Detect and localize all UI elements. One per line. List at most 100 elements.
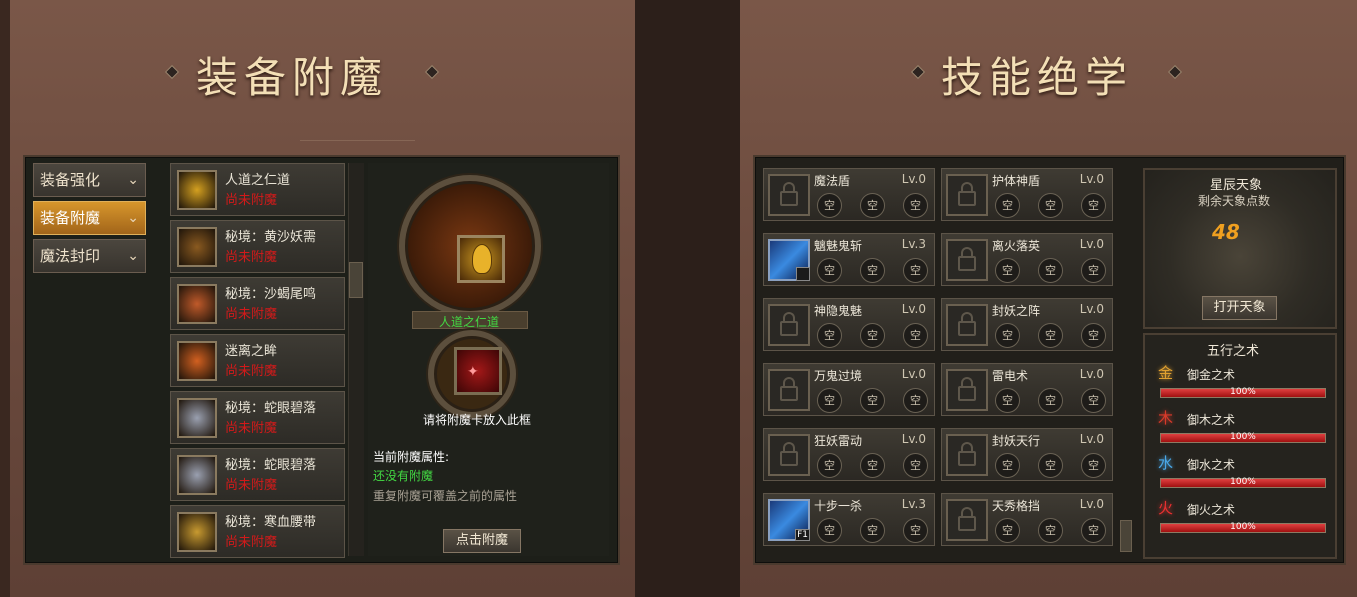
- enchant-card-slot[interactable]: ✦: [454, 347, 502, 395]
- title-underline: [300, 140, 415, 154]
- empty-rune-slot[interactable]: 空: [1081, 518, 1106, 543]
- tab-label: 魔法封印: [40, 247, 101, 265]
- list-item[interactable]: 秘境：蛇眼碧落 尚未附魔: [170, 448, 345, 501]
- skill-slot[interactable]: F1 十步一杀 Lv.3 空空空: [763, 493, 935, 546]
- item-status: 尚未附魔: [225, 535, 278, 550]
- skill-name: 神隐鬼魅: [814, 304, 863, 318]
- lock-shackle: [961, 312, 973, 323]
- attr-value: 还没有附魔: [373, 469, 434, 483]
- empty-rune-slot[interactable]: 空: [860, 453, 885, 478]
- lock-shape: [958, 256, 976, 271]
- empty-rune-slot[interactable]: 空: [860, 388, 885, 413]
- enchant-button[interactable]: 点击附魔: [443, 529, 521, 553]
- item-name: 秘境：蛇眼碧落: [225, 401, 317, 416]
- empty-rune-slot[interactable]: 空: [1038, 453, 1063, 478]
- left-edge: [0, 0, 10, 597]
- skill-name: 护体神盾: [992, 174, 1041, 188]
- item-scrollbar[interactable]: [348, 163, 364, 556]
- empty-rune-slot[interactable]: 空: [1038, 193, 1063, 218]
- skill-slot[interactable]: 护体神盾 Lv.0 空空空: [941, 168, 1113, 221]
- skill-slot[interactable]: 魑魅鬼斩 Lv.3 空空空: [763, 233, 935, 286]
- empty-rune-slot[interactable]: 空: [995, 388, 1020, 413]
- empty-rune-slot[interactable]: 空: [903, 323, 928, 348]
- skill-level: Lv.0: [1079, 172, 1104, 186]
- empty-rune-slot[interactable]: 空: [995, 193, 1020, 218]
- empty-rune-slot[interactable]: 空: [995, 453, 1020, 478]
- progress-label: 100%: [1230, 387, 1256, 397]
- skill-level: Lv.0: [901, 172, 926, 186]
- skill-slot[interactable]: 魔法盾 Lv.0 空空空: [763, 168, 935, 221]
- skill-slot[interactable]: 神隐鬼魅 Lv.0 空空空: [763, 298, 935, 351]
- list-item[interactable]: 迷离之眸 尚未附魔: [170, 334, 345, 387]
- skill-icon[interactable]: F1: [768, 499, 810, 541]
- empty-rune-slot[interactable]: 空: [817, 388, 842, 413]
- tab-3[interactable]: 魔法封印 ⌄: [33, 239, 146, 273]
- lock-shackle: [783, 377, 795, 388]
- item-status: 尚未附魔: [225, 307, 278, 322]
- list-item[interactable]: 秘境：沙蝎尾鸣 尚未附魔: [170, 277, 345, 330]
- element-progress: 100%: [1160, 432, 1326, 443]
- tab-1[interactable]: 装备强化 ⌄: [33, 163, 146, 197]
- lock-shackle: [961, 507, 973, 518]
- open-star-button[interactable]: 打开天象: [1202, 296, 1277, 320]
- empty-rune-slot[interactable]: 空: [1081, 193, 1106, 218]
- item-status: 尚未附魔: [225, 193, 278, 208]
- skill-slot[interactable]: 封妖天行 Lv.0 空空空: [941, 428, 1113, 481]
- tab-2[interactable]: 装备附魔 ⌄: [33, 201, 146, 235]
- empty-rune-slot[interactable]: 空: [995, 258, 1020, 283]
- equip-slot[interactable]: [457, 235, 505, 283]
- empty-rune-slot[interactable]: 空: [903, 258, 928, 283]
- element-progress: 100%: [1160, 387, 1326, 398]
- empty-rune-slot[interactable]: 空: [995, 518, 1020, 543]
- empty-rune-slot[interactable]: 空: [1038, 388, 1063, 413]
- empty-rune-slot[interactable]: 空: [1038, 518, 1063, 543]
- list-item[interactable]: 秘境：寒血腰带 尚未附魔: [170, 505, 345, 558]
- empty-rune-slot[interactable]: 空: [860, 323, 885, 348]
- skill-level: Lv.0: [1079, 432, 1104, 446]
- item-name: 秘境：蛇眼碧落: [225, 458, 317, 473]
- empty-rune-slot[interactable]: 空: [1081, 258, 1106, 283]
- empty-rune-slot[interactable]: 空: [1038, 323, 1063, 348]
- sparkle-icon: ✦: [467, 364, 479, 380]
- empty-rune-slot[interactable]: 空: [903, 193, 928, 218]
- skill-level: Lv.0: [901, 432, 926, 446]
- empty-rune-slot[interactable]: 空: [903, 388, 928, 413]
- skill-scrollbar[interactable]: [1120, 520, 1132, 552]
- lock-shape: [958, 516, 976, 531]
- skill-slot[interactable]: 封妖之阵 Lv.0 空空空: [941, 298, 1113, 351]
- skill-slot[interactable]: 离火落英 Lv.0 空空空: [941, 233, 1113, 286]
- empty-rune-slot[interactable]: 空: [903, 518, 928, 543]
- selected-item-name: 人道之仁道: [439, 315, 500, 329]
- empty-rune-slot[interactable]: 空: [903, 453, 928, 478]
- scrollbar-thumb[interactable]: [349, 262, 363, 298]
- empty-rune-slot[interactable]: 空: [817, 323, 842, 348]
- star-subtitle: 剩余天象点数: [1198, 194, 1271, 208]
- empty-rune-slot[interactable]: 空: [817, 518, 842, 543]
- list-item[interactable]: 人道之仁道 尚未附魔: [170, 163, 345, 216]
- list-item[interactable]: 秘境：黄沙妖需 尚未附魔: [170, 220, 345, 273]
- tab-list: 装备强化 ⌄ 装备附魔 ⌄ 魔法封印 ⌄: [33, 163, 146, 277]
- skill-icon[interactable]: [768, 239, 810, 281]
- empty-rune-slot[interactable]: 空: [860, 193, 885, 218]
- lock-shackle: [783, 442, 795, 453]
- list-item[interactable]: 秘境：蛇眼碧落 尚未附魔: [170, 391, 345, 444]
- empty-rune-slot[interactable]: 空: [1038, 258, 1063, 283]
- skill-slot[interactable]: 万鬼过境 Lv.0 空空空: [763, 363, 935, 416]
- item-icon: [177, 398, 217, 438]
- empty-rune-slot[interactable]: 空: [860, 258, 885, 283]
- skill-level: Lv.0: [1079, 302, 1104, 316]
- tab-label: 装备附魔: [40, 209, 101, 227]
- lock-shape: [780, 321, 798, 336]
- empty-rune-slot[interactable]: 空: [817, 258, 842, 283]
- empty-rune-slot[interactable]: 空: [860, 518, 885, 543]
- empty-rune-slot[interactable]: 空: [995, 323, 1020, 348]
- empty-rune-slot[interactable]: 空: [817, 453, 842, 478]
- chevron-down-icon: ⌄: [127, 248, 139, 264]
- skill-slot[interactable]: 雷电术 Lv.0 空空空: [941, 363, 1113, 416]
- skill-slot[interactable]: 天秀格挡 Lv.0 空空空: [941, 493, 1113, 546]
- empty-rune-slot[interactable]: 空: [1081, 453, 1106, 478]
- empty-rune-slot[interactable]: 空: [1081, 388, 1106, 413]
- skill-slot[interactable]: 狂妖雷动 Lv.0 空空空: [763, 428, 935, 481]
- empty-rune-slot[interactable]: 空: [1081, 323, 1106, 348]
- empty-rune-slot[interactable]: 空: [817, 193, 842, 218]
